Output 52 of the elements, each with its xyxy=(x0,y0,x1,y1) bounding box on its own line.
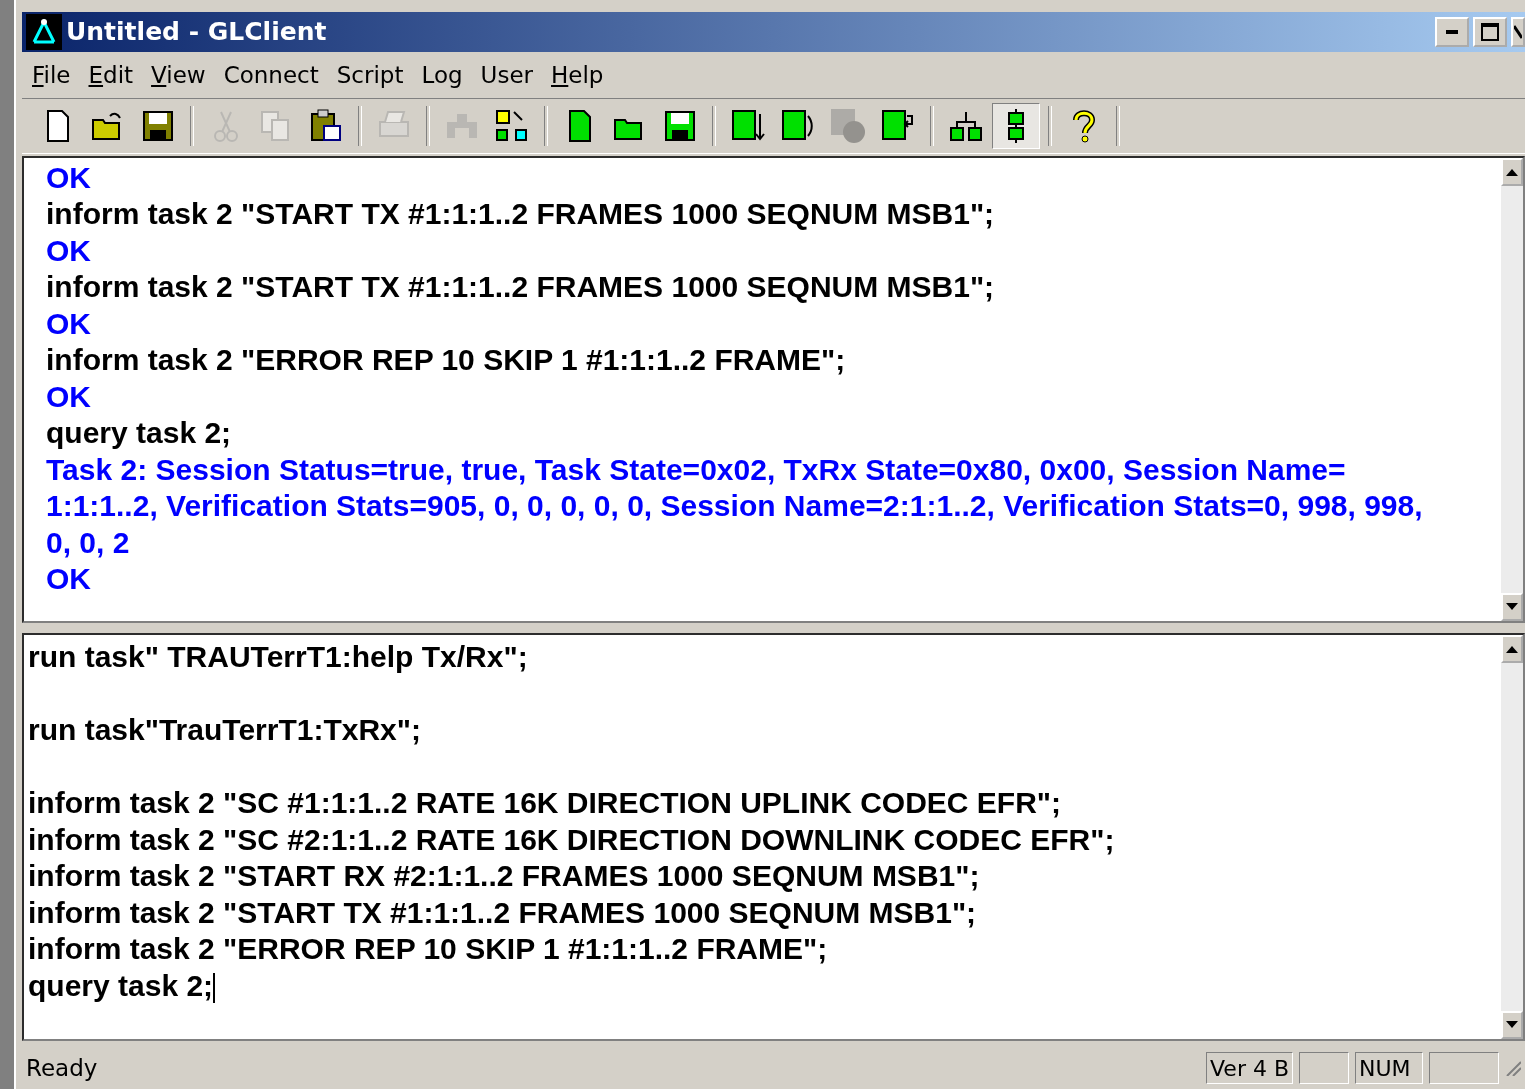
close-button[interactable] xyxy=(1511,16,1525,47)
log-line: Task 2: Session Status=true, true, Task State=0x02, TxRx State=0x80, 0x00, Session Name= 1:1:1..2, Verification Stats=905, 0, 0, 0, 0, 0, Session Name=2:1:1..2, Verification Stats=0, 998, 998, 0, 0, 2 xyxy=(46,451,1424,561)
scroll-up-button[interactable] xyxy=(1501,635,1523,664)
log-line: inform task 2 "START TX #1:1:1..2 FRAMES 1000 SEQNUM MSB1"; xyxy=(46,269,996,306)
command-line: run task" TRAUTerrT1:help Tx/Rx"; xyxy=(28,639,529,676)
command-line: inform task 2 "SC #1:1:1..2 RATE 16K DIRECTION UPLINK CODEC EFR"; xyxy=(28,785,1063,822)
menu-item[interactable]: Edit xyxy=(82,61,140,88)
command-line: inform task 2 "START TX #1:1:1..2 FRAMES 1000 SEQNUM MSB1"; xyxy=(28,894,978,931)
log-line: inform task 2 "START TX #1:1:1..2 FRAMES 1000 SEQNUM MSB1"; xyxy=(46,196,996,233)
log-line: OK xyxy=(46,561,92,598)
scroll-down-button[interactable] xyxy=(1501,1011,1523,1040)
down-arrow-icon xyxy=(1506,1021,1518,1030)
menu-item[interactable]: User xyxy=(474,61,539,88)
command-line: inform task 2 "ERROR REP 10 SKIP 1 #1:1:1..2 FRAME"; xyxy=(28,931,829,968)
up-arrow-icon xyxy=(1506,167,1518,176)
status-pane: Ver 4 B xyxy=(1206,1052,1293,1085)
status-pane xyxy=(1429,1052,1499,1085)
command-line: run task"TrauTerrT1:TxRx"; xyxy=(28,712,422,749)
log-line: OK xyxy=(46,378,92,415)
log-line: OK xyxy=(46,232,92,269)
menu-item[interactable]: File xyxy=(26,61,77,88)
status-pane xyxy=(1299,1052,1349,1085)
log-line: query task 2; xyxy=(46,415,233,452)
command-line: inform task 2 "SC #2:1:1..2 RATE 16K DIRECTION DOWNLINK CODEC EFR"; xyxy=(28,821,1116,858)
maximize-icon xyxy=(1481,22,1499,41)
minimize-button[interactable] xyxy=(1435,16,1469,47)
menu-item[interactable]: View xyxy=(145,61,212,88)
command-line: query task 2; xyxy=(28,967,217,1005)
down-arrow-icon xyxy=(1506,603,1518,612)
log-line: OK xyxy=(46,305,92,342)
network-icon xyxy=(26,13,62,50)
maximize-button[interactable] xyxy=(1473,16,1507,47)
minimize-icon xyxy=(1446,29,1458,34)
command-input[interactable] xyxy=(22,633,1525,1042)
menu-item[interactable]: Help xyxy=(545,61,610,88)
scroll-up-button[interactable] xyxy=(1501,157,1523,186)
paste-icon xyxy=(308,107,344,144)
menu-item[interactable]: Connect xyxy=(217,61,325,88)
scroll-down-button[interactable] xyxy=(1501,593,1523,622)
scrollbar[interactable] xyxy=(1501,635,1523,1040)
command-line: inform task 2 "START RX #2:1:1..2 FRAMES 1000 SEQNUM MSB1"; xyxy=(28,858,981,895)
status-message: Ready xyxy=(26,1055,99,1082)
status-pane: NUM xyxy=(1355,1052,1423,1085)
menu-item[interactable]: Script xyxy=(330,61,410,88)
log-line: inform task 2 "ERROR REP 10 SKIP 1 #1:1:1..2 FRAME"; xyxy=(46,342,847,379)
window-title: Untitled - GLClient xyxy=(66,17,328,47)
scrollbar[interactable] xyxy=(1501,157,1523,622)
resize-grip-icon xyxy=(1505,1060,1521,1077)
toolbar-button[interactable] xyxy=(992,102,1040,149)
up-arrow-icon xyxy=(1506,645,1518,654)
log-line: OK xyxy=(46,159,92,196)
menu-item[interactable]: Log xyxy=(415,61,469,88)
